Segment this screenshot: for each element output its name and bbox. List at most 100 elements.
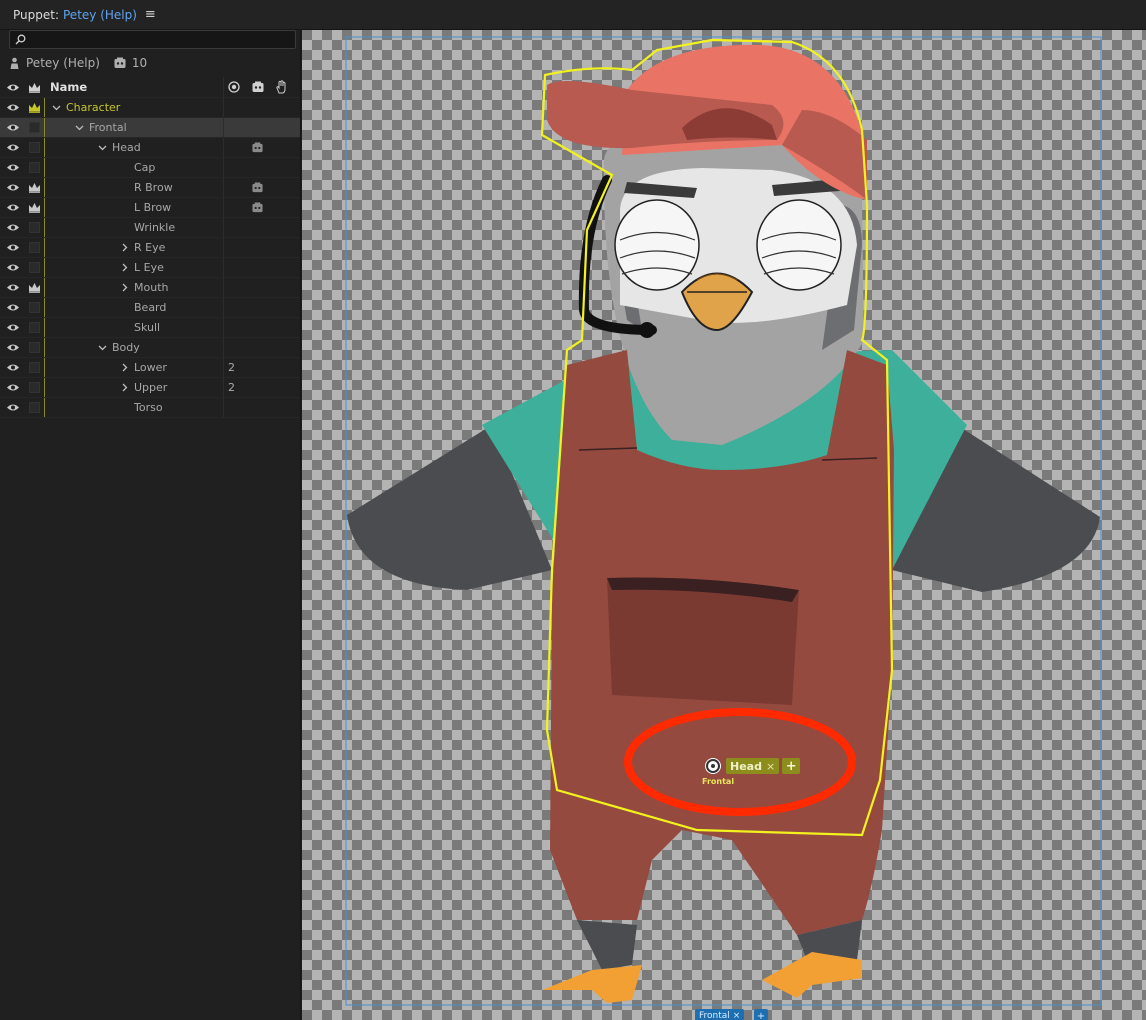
tree-row-beard[interactable]: Beard [0, 298, 300, 318]
chevron-right-icon[interactable] [119, 363, 130, 372]
tree-row-label[interactable]: R Brow [119, 178, 173, 197]
crown-toggle[interactable] [26, 398, 42, 417]
eye-icon[interactable] [5, 298, 21, 317]
crown-icon[interactable] [26, 278, 42, 297]
tree-row-label[interactable]: Cap [119, 158, 155, 177]
tree-row-skull[interactable]: Skull [0, 318, 300, 338]
group-tag-remove-icon[interactable]: × [733, 1011, 741, 1020]
tree-row-label[interactable]: Wrinkle [119, 218, 175, 237]
group-line [44, 258, 45, 277]
tree-row-label[interactable]: Head [97, 138, 141, 157]
crown-toggle[interactable] [26, 238, 42, 257]
add-tag-button[interactable]: + [782, 758, 801, 774]
tree-row-label[interactable]: Body [97, 338, 140, 357]
scene-canvas[interactable]: Head × + Frontal Frontal × + [302, 30, 1146, 1020]
chevron-down-icon[interactable] [97, 145, 108, 151]
tree-row-label[interactable]: Torso [119, 398, 163, 417]
chevron-right-icon[interactable] [119, 383, 130, 392]
tree-row-torso[interactable]: Torso [0, 398, 300, 418]
tree-row-body[interactable]: Body [0, 338, 300, 358]
tree-row-upper[interactable]: Upper 2 [0, 378, 300, 398]
tree-row-r-eye[interactable]: R Eye [0, 238, 300, 258]
panel-title-puppet-name[interactable]: Petey (Help) [63, 8, 137, 22]
crown-toggle[interactable] [26, 218, 42, 237]
eye-icon[interactable] [5, 198, 21, 217]
tag-column-icon[interactable] [252, 77, 264, 97]
eye-icon[interactable] [5, 118, 21, 137]
tree-row-label[interactable]: Skull [119, 318, 160, 337]
eye-icon[interactable] [5, 138, 21, 157]
eye-icon[interactable] [5, 218, 21, 237]
crown-toggle[interactable] [26, 118, 42, 137]
handle-widget[interactable]: Head × + [706, 758, 801, 774]
layer-name: Body [112, 341, 140, 354]
eye-icon[interactable] [5, 178, 21, 197]
chevron-down-icon[interactable] [74, 125, 85, 131]
chevron-right-icon[interactable] [119, 263, 130, 272]
eye-icon[interactable] [5, 258, 21, 277]
group-add-button[interactable]: + [754, 1009, 768, 1020]
tree-row-frontal[interactable]: Frontal [0, 118, 300, 138]
hand-icon[interactable] [275, 77, 288, 97]
search-input[interactable] [26, 33, 295, 46]
tag-icon[interactable] [252, 178, 263, 197]
tree-row-head[interactable]: Head [0, 138, 300, 158]
eye-icon[interactable] [5, 238, 21, 257]
crown-toggle[interactable] [26, 138, 42, 157]
crown-toggle[interactable] [26, 158, 42, 177]
crown-icon[interactable] [26, 77, 42, 97]
tree-row-lower[interactable]: Lower 2 [0, 358, 300, 378]
eye-icon[interactable] [5, 158, 21, 177]
tree-row-l-eye[interactable]: L Eye [0, 258, 300, 278]
crown-icon[interactable] [26, 178, 42, 197]
crown-icon[interactable] [26, 98, 42, 117]
tree-row-label[interactable]: L Eye [119, 258, 164, 277]
origin-handle[interactable] [706, 759, 720, 773]
crown-toggle[interactable] [26, 358, 42, 377]
tree-row-label[interactable]: Frontal [74, 118, 127, 137]
eye-icon[interactable] [5, 398, 21, 417]
tree-row-wrinkle[interactable]: Wrinkle [0, 218, 300, 238]
tree-row-label[interactable]: Mouth [119, 278, 168, 297]
group-tag[interactable]: Frontal × [695, 1009, 745, 1020]
chevron-right-icon[interactable] [119, 283, 130, 292]
tree-row-label[interactable]: Character [51, 98, 120, 117]
tree-row-label[interactable]: Lower [119, 358, 167, 377]
crown-toggle[interactable] [26, 298, 42, 317]
eye-icon[interactable] [5, 98, 21, 117]
tree-row-r-brow[interactable]: R Brow [0, 178, 300, 198]
tree-row-cap[interactable]: Cap [0, 158, 300, 178]
handle-tag[interactable]: Head × [726, 758, 780, 774]
hamburger-icon[interactable]: ≡ [145, 7, 156, 22]
target-icon[interactable] [228, 77, 240, 97]
eye-icon[interactable] [5, 278, 21, 297]
search-field[interactable] [9, 30, 296, 49]
tree-row-label[interactable]: L Brow [119, 198, 171, 217]
tree-row-label[interactable]: Beard [119, 298, 166, 317]
chevron-right-icon[interactable] [119, 243, 130, 252]
handle-tag-remove-icon[interactable]: × [766, 760, 775, 773]
chevron-down-icon[interactable] [51, 105, 62, 111]
handle-tag-icon [114, 57, 126, 69]
eye-icon[interactable] [5, 378, 21, 397]
tree-row-label[interactable]: Upper [119, 378, 167, 397]
chevron-down-icon[interactable] [97, 345, 108, 351]
layer-name: Frontal [89, 121, 127, 134]
eye-icon[interactable] [5, 77, 21, 97]
column-divider [223, 218, 224, 237]
crown-toggle[interactable] [26, 318, 42, 337]
crown-toggle[interactable] [26, 338, 42, 357]
tree-row-l-brow[interactable]: L Brow [0, 198, 300, 218]
tag-icon[interactable] [252, 138, 263, 157]
eye-icon[interactable] [5, 358, 21, 377]
eye-icon[interactable] [5, 318, 21, 337]
crown-icon[interactable] [26, 198, 42, 217]
eye-icon[interactable] [5, 338, 21, 357]
tag-icon[interactable] [252, 198, 263, 217]
tree-row-character[interactable]: Character [0, 98, 300, 118]
tree-row-label[interactable]: R Eye [119, 238, 165, 257]
crown-toggle[interactable] [26, 258, 42, 277]
name-column-header[interactable]: Name [50, 77, 87, 97]
tree-row-mouth[interactable]: Mouth [0, 278, 300, 298]
crown-toggle[interactable] [26, 378, 42, 397]
